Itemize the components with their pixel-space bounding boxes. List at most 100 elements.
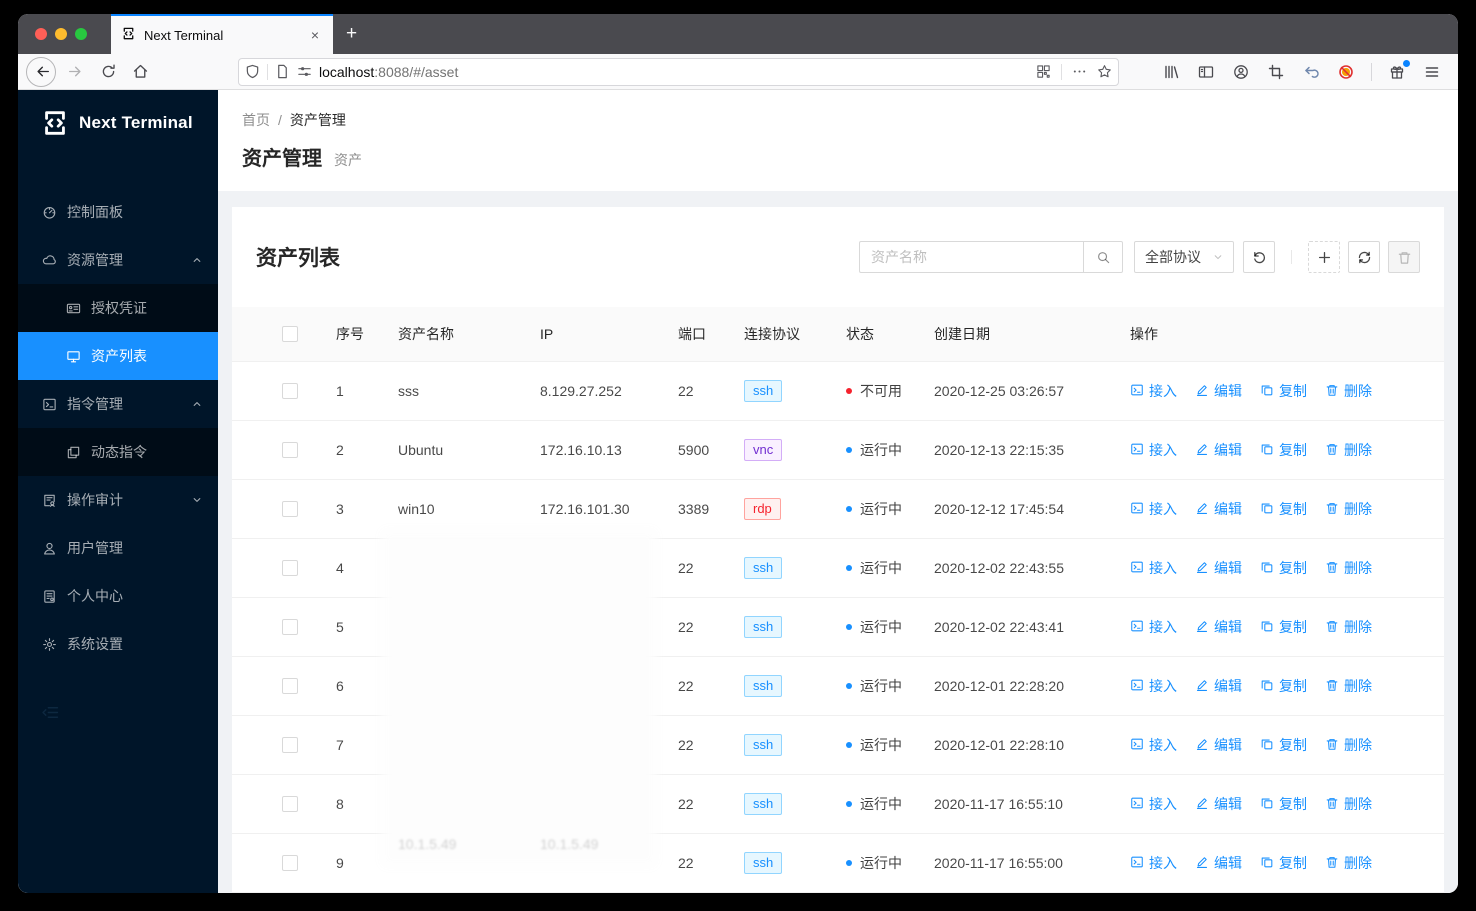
row-checkbox[interactable] — [282, 442, 298, 458]
row-checkbox[interactable] — [282, 501, 298, 517]
row-checkbox[interactable] — [282, 737, 298, 753]
reset-button[interactable] — [1243, 241, 1275, 273]
sidebar-item-2[interactable]: 授权凭证 — [18, 284, 218, 332]
edit-link[interactable]: 编辑 — [1195, 558, 1242, 578]
refresh-list-button[interactable] — [1348, 241, 1380, 273]
sidebar-item-5[interactable]: 动态指令 — [18, 428, 218, 476]
account-icon[interactable] — [1227, 58, 1255, 86]
tracking-shield-icon[interactable] — [245, 64, 260, 79]
collapse-sidebar-button[interactable] — [18, 690, 218, 740]
header-ip: IP — [524, 307, 662, 362]
terminal-icon — [1130, 855, 1144, 872]
home-button[interactable] — [126, 58, 154, 86]
sidebar-item-0[interactable]: 控制面板 — [18, 188, 218, 236]
row-actions: 接入 编辑 复制 删除 — [1130, 499, 1428, 519]
minimize-window-button[interactable] — [55, 28, 67, 40]
access-link[interactable]: 接入 — [1130, 617, 1177, 637]
delete-link[interactable]: 删除 — [1325, 853, 1372, 873]
row-checkbox[interactable] — [282, 619, 298, 635]
add-asset-button[interactable] — [1308, 241, 1340, 273]
sidebar-item-3[interactable]: 资产列表 — [18, 332, 218, 380]
brand[interactable]: Next Terminal — [18, 90, 218, 156]
edit-link[interactable]: 编辑 — [1195, 617, 1242, 637]
menu-hamburger-icon[interactable] — [1418, 58, 1446, 86]
edit-link[interactable]: 编辑 — [1195, 735, 1242, 755]
edit-link[interactable]: 编辑 — [1195, 853, 1242, 873]
sidebar-item-1[interactable]: 资源管理 — [18, 236, 218, 284]
copy-link[interactable]: 复制 — [1260, 853, 1307, 873]
edit-link[interactable]: 编辑 — [1195, 499, 1242, 519]
copy-link[interactable]: 复制 — [1260, 735, 1307, 755]
delete-link[interactable]: 删除 — [1325, 381, 1372, 401]
page-info-icon[interactable] — [275, 64, 290, 79]
access-link[interactable]: 接入 — [1130, 794, 1177, 814]
row-checkbox[interactable] — [282, 383, 298, 399]
copy-link[interactable]: 复制 — [1260, 558, 1307, 578]
url-text[interactable]: localhost:8088/#/asset — [319, 64, 1029, 80]
row-checkbox[interactable] — [282, 678, 298, 694]
edit-link[interactable]: 编辑 — [1195, 794, 1242, 814]
access-link[interactable]: 接入 — [1130, 735, 1177, 755]
copy-link[interactable]: 复制 — [1260, 440, 1307, 460]
protocol-select[interactable]: 全部协议 — [1134, 241, 1234, 273]
screenshot-crop-icon[interactable] — [1262, 58, 1290, 86]
delete-link[interactable]: 删除 — [1325, 499, 1372, 519]
access-link[interactable]: 接入 — [1130, 381, 1177, 401]
undo-arrow-icon[interactable] — [1297, 58, 1325, 86]
copy-link[interactable]: 复制 — [1260, 381, 1307, 401]
delete-selected-button[interactable] — [1388, 241, 1420, 273]
cell-created: 2020-12-02 22:43:55 — [918, 538, 1114, 598]
row-actions: 接入 编辑 复制 删除 — [1130, 617, 1428, 637]
sidebar-item-6[interactable]: 操作审计 — [18, 476, 218, 524]
access-link[interactable]: 接入 — [1130, 853, 1177, 873]
access-link[interactable]: 接入 — [1130, 676, 1177, 696]
sidebars-icon[interactable] — [1192, 58, 1220, 86]
search-input[interactable] — [859, 241, 1083, 273]
library-icon[interactable] — [1157, 58, 1185, 86]
more-options-icon[interactable] — [1072, 64, 1087, 79]
reload-button[interactable] — [94, 58, 122, 86]
access-link[interactable]: 接入 — [1130, 440, 1177, 460]
delete-link[interactable]: 删除 — [1325, 794, 1372, 814]
cell-port: 22 — [662, 715, 728, 775]
whats-new-gift-icon[interactable] — [1383, 58, 1411, 86]
permissions-icon[interactable] — [297, 64, 312, 79]
breadcrumb-home[interactable]: 首页 — [242, 112, 270, 128]
search-button[interactable] — [1083, 241, 1123, 273]
close-window-button[interactable] — [35, 28, 47, 40]
access-link[interactable]: 接入 — [1130, 558, 1177, 578]
card-title: 资产列表 — [256, 247, 340, 270]
edit-link[interactable]: 编辑 — [1195, 676, 1242, 696]
sidebar-item-8[interactable]: 个人中心 — [18, 572, 218, 620]
edit-link[interactable]: 编辑 — [1195, 381, 1242, 401]
copy-link[interactable]: 复制 — [1260, 617, 1307, 637]
copy-link[interactable]: 复制 — [1260, 794, 1307, 814]
close-tab-icon[interactable]: × — [307, 25, 323, 45]
delete-link[interactable]: 删除 — [1325, 440, 1372, 460]
new-tab-button[interactable]: + — [333, 14, 370, 54]
adblock-icon[interactable] — [1332, 58, 1360, 86]
sidebar-item-7[interactable]: 用户管理 — [18, 524, 218, 572]
delete-link[interactable]: 删除 — [1325, 558, 1372, 578]
access-link[interactable]: 接入 — [1130, 499, 1177, 519]
copy-link[interactable]: 复制 — [1260, 499, 1307, 519]
zoom-window-button[interactable] — [75, 28, 87, 40]
delete-link[interactable]: 删除 — [1325, 676, 1372, 696]
row-checkbox[interactable] — [282, 560, 298, 576]
forward-button[interactable] — [62, 58, 90, 86]
qr-code-icon[interactable] — [1036, 64, 1051, 79]
sidebar-item-4[interactable]: 指令管理 — [18, 380, 218, 428]
protocol-tag: ssh — [744, 616, 783, 638]
tab-next-terminal[interactable]: Next Terminal × — [111, 14, 333, 54]
url-bar[interactable]: localhost:8088/#/asset — [238, 57, 1119, 86]
sidebar-item-9[interactable]: 系统设置 — [18, 620, 218, 668]
row-checkbox[interactable] — [282, 796, 298, 812]
bookmark-star-icon[interactable] — [1097, 64, 1112, 79]
delete-link[interactable]: 删除 — [1325, 617, 1372, 637]
copy-link[interactable]: 复制 — [1260, 676, 1307, 696]
edit-link[interactable]: 编辑 — [1195, 440, 1242, 460]
row-checkbox[interactable] — [282, 855, 298, 871]
delete-link[interactable]: 删除 — [1325, 735, 1372, 755]
select-all-checkbox[interactable] — [282, 326, 298, 342]
back-button[interactable] — [26, 56, 56, 87]
